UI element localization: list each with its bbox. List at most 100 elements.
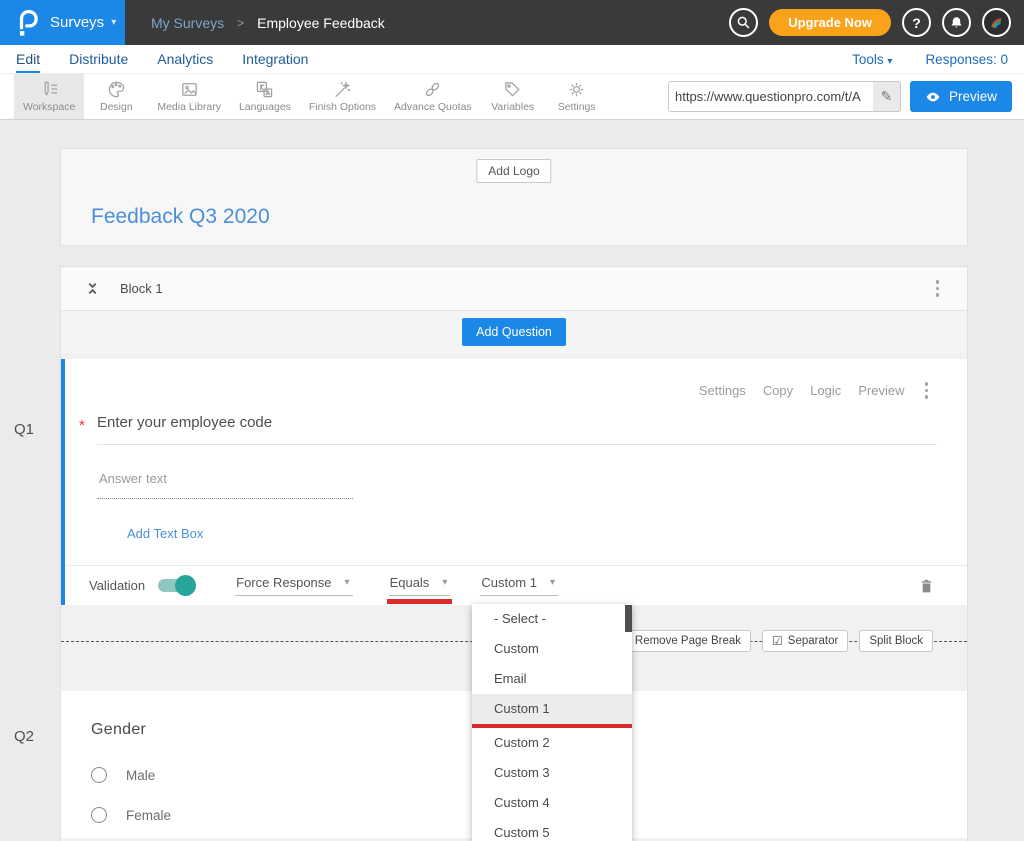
responses-count[interactable]: Responses: 0 xyxy=(925,52,1008,67)
toggle-knob xyxy=(175,575,196,596)
toolbar-label: Workspace xyxy=(23,101,75,113)
dropdown-option-custom4[interactable]: Custom 4 xyxy=(472,788,632,818)
preview-label: Preview xyxy=(949,89,997,104)
radio-label[interactable]: Male xyxy=(126,768,155,783)
question-copy-link[interactable]: Copy xyxy=(763,383,793,398)
questionpro-logo-icon xyxy=(15,8,41,38)
tools-menu[interactable]: Tools ▾ xyxy=(852,52,892,67)
search-button[interactable] xyxy=(729,8,758,37)
dropdown-option-custom[interactable]: Custom xyxy=(472,634,632,664)
operator-error-underline xyxy=(387,599,453,604)
wand-icon xyxy=(333,80,352,99)
tag-icon xyxy=(503,80,522,99)
survey-url-input[interactable] xyxy=(669,82,873,111)
checkbox-checked-icon: ☑ xyxy=(772,634,783,648)
split-block-button[interactable]: Split Block xyxy=(859,630,933,652)
dropdown-scrollbar[interactable] xyxy=(625,605,632,632)
upgrade-now-button[interactable]: Upgrade Now xyxy=(769,9,891,36)
breadcrumb-my-surveys[interactable]: My Surveys xyxy=(151,15,224,31)
gear-icon xyxy=(567,80,586,99)
tools-label: Tools xyxy=(852,52,884,67)
separator-button[interactable]: ☑ Separator xyxy=(762,630,848,652)
preview-button[interactable]: Preview xyxy=(910,81,1012,112)
tab-analytics[interactable]: Analytics xyxy=(157,51,213,73)
toolbar-label: Media Library xyxy=(157,101,221,113)
survey-title[interactable]: Feedback Q3 2020 xyxy=(91,205,270,229)
separator-label: Separator xyxy=(788,635,839,647)
add-question-strip: Add Question xyxy=(61,311,967,353)
split-block-label: Split Block xyxy=(869,635,923,647)
validation-variable-value: Custom 1 xyxy=(481,575,537,590)
answer-placeholder[interactable]: Answer text xyxy=(99,471,167,486)
dropdown-option-custom5[interactable]: Custom 5 xyxy=(472,818,632,841)
add-text-box-link[interactable]: Add Text Box xyxy=(127,526,203,541)
collapse-block-button[interactable] xyxy=(86,282,99,295)
question-settings-link[interactable]: Settings xyxy=(699,383,746,398)
chevron-down-icon: ▾ xyxy=(887,56,892,67)
answer-input-line xyxy=(97,498,353,499)
question-logic-link[interactable]: Logic xyxy=(810,383,841,398)
tab-distribute[interactable]: Distribute xyxy=(69,51,128,73)
chevron-down-icon: ▾ xyxy=(345,577,350,588)
links-icon xyxy=(423,80,442,99)
avatar-logo-icon xyxy=(987,13,1007,33)
radio-option-male: Male xyxy=(91,767,155,783)
toolbar-item-media-library[interactable]: Media Library xyxy=(148,74,230,119)
edit-url-pencil-icon[interactable]: ✎ xyxy=(873,88,900,105)
remove-page-break-label: Remove Page Break xyxy=(635,635,741,647)
force-response-select[interactable]: Force Response ▾ xyxy=(235,575,352,596)
toolbar-item-design[interactable]: Design xyxy=(84,74,148,119)
tab-integration[interactable]: Integration xyxy=(242,51,308,73)
block-title[interactable]: Block 1 xyxy=(120,281,163,296)
top-header: Surveys ▾ My Surveys > Employee Feedback… xyxy=(0,0,1024,45)
dropdown-option-select[interactable]: - Select - xyxy=(472,604,632,634)
notifications-button[interactable] xyxy=(942,8,971,37)
toolbar-label: Variables xyxy=(491,101,534,113)
dropdown-option-custom1[interactable]: Custom 1 xyxy=(472,694,632,724)
force-response-value: Force Response xyxy=(236,575,331,590)
search-icon xyxy=(736,15,751,30)
dropdown-option-custom3[interactable]: Custom 3 xyxy=(472,758,632,788)
product-switcher[interactable]: Surveys ▾ xyxy=(0,0,125,45)
toolbar-item-advance-quotas[interactable]: Advance Quotas xyxy=(385,74,481,119)
image-icon xyxy=(180,80,199,99)
block-menu-kebab-icon[interactable] xyxy=(933,277,943,300)
validation-row: Validation Force Response ▾ Equals ▾ Cus… xyxy=(65,565,967,605)
edit-toolbar: Workspace Design Media Library Languages… xyxy=(0,73,1024,120)
toolbar-item-workspace[interactable]: Workspace xyxy=(14,74,84,119)
help-icon: ? xyxy=(912,15,921,31)
page-break-buttons: Remove Page Break ☑ Separator Split Bloc… xyxy=(608,630,933,652)
workspace-icon xyxy=(40,80,59,99)
question-text-q1[interactable]: Enter your employee code xyxy=(97,414,272,431)
survey-canvas: Q1 Q2 Add Logo Feedback Q3 2020 Block 1 … xyxy=(0,120,1024,841)
toolbar-item-variables[interactable]: Variables xyxy=(481,74,545,119)
radio-label[interactable]: Female xyxy=(126,808,171,823)
dropdown-option-custom2[interactable]: Custom 2 xyxy=(472,728,632,758)
operator-select[interactable]: Equals ▾ xyxy=(389,575,451,596)
delete-validation-button[interactable] xyxy=(918,577,935,598)
toolbar-label: Settings xyxy=(558,101,596,113)
tab-edit[interactable]: Edit xyxy=(16,51,40,73)
radio-button[interactable] xyxy=(91,807,107,823)
question-menu-kebab-icon[interactable] xyxy=(922,379,932,402)
operator-value: Equals xyxy=(390,575,430,590)
question-text-q2[interactable]: Gender xyxy=(91,721,146,739)
toolbar-item-settings[interactable]: Settings xyxy=(545,74,609,119)
radio-button[interactable] xyxy=(91,767,107,783)
bell-icon xyxy=(949,15,964,30)
validation-toggle[interactable] xyxy=(158,579,193,592)
add-question-button[interactable]: Add Question xyxy=(462,318,566,346)
breadcrumb-current-survey: Employee Feedback xyxy=(257,15,385,31)
toolbar-item-languages[interactable]: Languages xyxy=(230,74,300,119)
validation-variable-dropdown: - Select - Custom Email Custom 1 Custom … xyxy=(472,604,632,841)
survey-tabbar: Edit Distribute Analytics Integration To… xyxy=(0,45,1024,73)
user-avatar[interactable] xyxy=(982,8,1011,37)
survey-header-card: Add Logo Feedback Q3 2020 xyxy=(60,148,968,246)
toolbar-item-finish-options[interactable]: Finish Options xyxy=(300,74,385,119)
dropdown-option-email[interactable]: Email xyxy=(472,664,632,694)
question-preview-link[interactable]: Preview xyxy=(858,383,904,398)
survey-url-field: ✎ xyxy=(668,81,901,112)
validation-variable-select[interactable]: Custom 1 ▾ xyxy=(480,575,558,596)
help-button[interactable]: ? xyxy=(902,8,931,37)
add-logo-button[interactable]: Add Logo xyxy=(476,159,551,183)
